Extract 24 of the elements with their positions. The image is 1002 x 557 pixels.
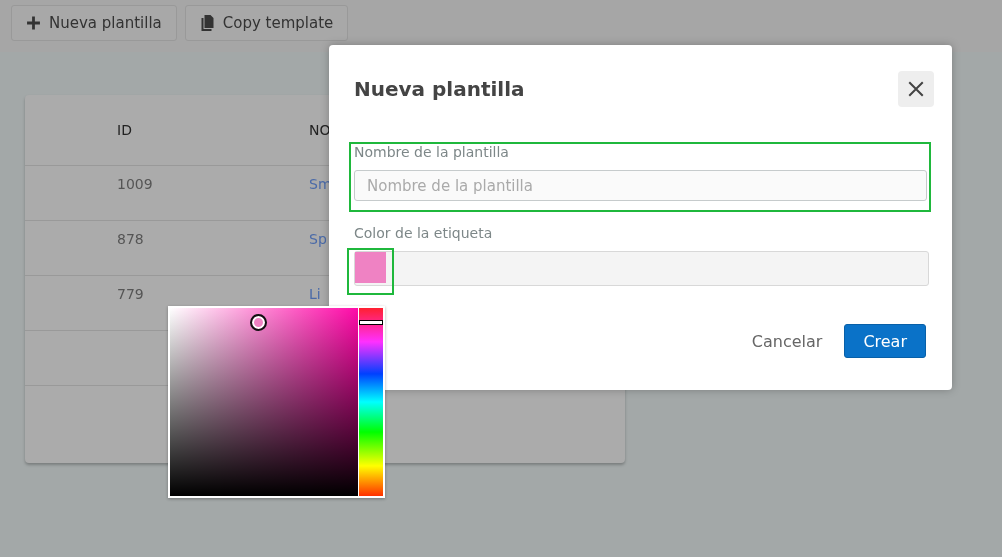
create-button[interactable]: Crear <box>844 324 926 358</box>
table-cell-text: 1009 <box>117 176 154 192</box>
close-button[interactable] <box>898 71 934 107</box>
copy-icon <box>199 15 215 31</box>
dialog-title: Nueva plantilla <box>354 77 525 101</box>
table-cell-text: 779 <box>117 286 145 302</box>
cancel-button[interactable]: Cancelar <box>751 324 823 358</box>
field-label: Color de la etiqueta <box>354 225 494 241</box>
column-header: ID <box>117 122 133 138</box>
picker-handle[interactable] <box>250 314 267 331</box>
plus-icon <box>26 15 41 31</box>
color-swatch[interactable] <box>355 252 386 283</box>
hue-slider[interactable] <box>359 308 383 496</box>
table-cell-text: 878 <box>117 231 145 247</box>
saturation-area[interactable] <box>170 308 358 496</box>
color-field[interactable] <box>354 251 929 286</box>
toolbar-button[interactable]: Copy template <box>184 5 349 41</box>
column-header: NO <box>309 122 331 138</box>
highlight-frame <box>347 248 394 295</box>
hue-handle[interactable] <box>359 319 383 325</box>
name-field[interactable]: Nombre de la plantilla <box>354 170 927 201</box>
field-label: Nombre de la plantilla <box>354 144 510 160</box>
toolbar-button[interactable]: Nueva plantilla <box>11 5 177 41</box>
close-icon <box>907 80 925 98</box>
